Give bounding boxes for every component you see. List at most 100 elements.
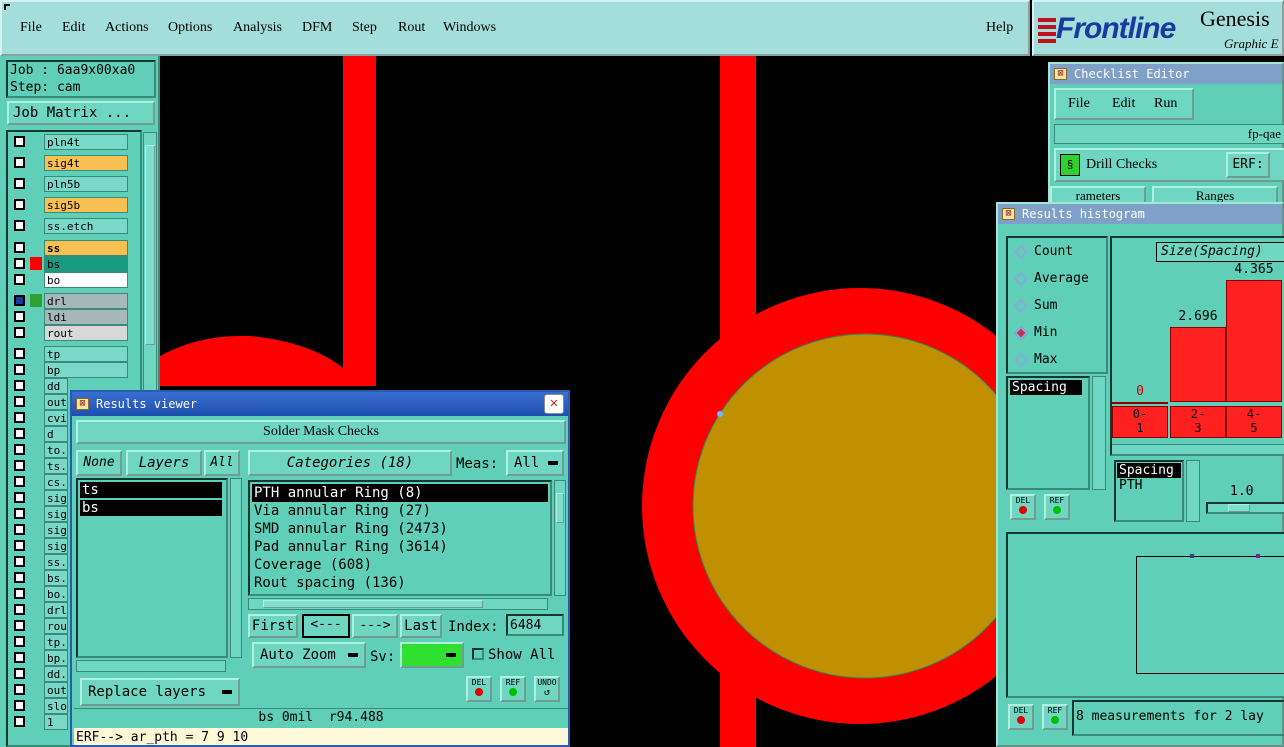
layer-item-bs[interactable]: bs <box>80 500 222 516</box>
layer-list-hscroll[interactable] <box>76 660 226 672</box>
none-button[interactable]: None <box>76 450 122 476</box>
value-slider[interactable] <box>1206 502 1284 514</box>
checklist-menu-run[interactable]: Run <box>1154 96 1177 112</box>
sv-color-dropdown[interactable] <box>400 642 464 668</box>
categories-button[interactable]: Categories (18) <box>248 450 452 476</box>
layer-name[interactable]: cs. <box>44 474 68 490</box>
layer-checkbox[interactable] <box>14 157 25 168</box>
histogram-ref-button[interactable]: REF <box>1044 494 1070 520</box>
layer-checkbox[interactable] <box>14 380 25 391</box>
list2-item-pth[interactable]: PTH <box>1117 478 1181 493</box>
layer-name[interactable]: sig <box>44 538 68 554</box>
layer-row[interactable]: bp <box>10 362 130 378</box>
layer-name[interactable]: ss.etch <box>44 218 128 234</box>
layer-row[interactable]: bs <box>10 256 130 272</box>
layer-name[interactable]: pln5b <box>44 176 128 192</box>
layer-checkbox[interactable] <box>14 311 25 322</box>
layers-button[interactable]: Layers <box>126 450 202 476</box>
layer-checkbox[interactable] <box>14 476 25 487</box>
radio-sum[interactable]: Sum <box>1013 298 1057 313</box>
menu-rout[interactable]: Rout <box>398 20 425 36</box>
layer-name[interactable]: sig5b <box>44 197 128 213</box>
layer-checkbox[interactable] <box>14 364 25 375</box>
layer-row[interactable]: ss <box>10 240 130 256</box>
layer-name[interactable]: ldi <box>44 309 128 325</box>
meas-dropdown[interactable]: All <box>506 450 564 476</box>
menu-actions[interactable]: Actions <box>105 20 149 36</box>
next-button[interactable]: ---> <box>352 614 398 638</box>
menu-options[interactable]: Options <box>168 20 212 36</box>
layer-name[interactable]: tp. <box>44 634 68 650</box>
layer-name[interactable]: dd <box>44 378 68 394</box>
category-list[interactable]: PTH annular Ring (8) Via annular Ring (27… <box>248 480 552 596</box>
scroll-thumb[interactable] <box>145 145 155 345</box>
menu-windows[interactable]: Windows <box>443 20 496 36</box>
layer-name[interactable]: 1 <box>44 714 68 730</box>
category-vscroll[interactable] <box>554 480 566 596</box>
layer-checkbox[interactable] <box>14 295 25 306</box>
menu-step[interactable]: Step <box>352 20 377 36</box>
show-all-checkbox[interactable] <box>472 648 484 660</box>
category-hscroll-thumb[interactable] <box>263 600 483 608</box>
layer-name[interactable]: dd. <box>44 666 68 682</box>
radio-min[interactable]: Min <box>1013 325 1057 340</box>
layer-name[interactable]: drl <box>44 293 128 309</box>
layer-name[interactable]: rou <box>44 618 68 634</box>
radio-count[interactable]: Count <box>1013 244 1073 259</box>
layer-checkbox[interactable] <box>14 524 25 535</box>
layer-checkbox[interactable] <box>14 428 25 439</box>
layer-checkbox[interactable] <box>14 572 25 583</box>
layer-checkbox[interactable] <box>14 604 25 615</box>
measure-list-scrollbar[interactable] <box>1092 376 1106 490</box>
layer-name[interactable]: d <box>44 426 68 442</box>
menu-edit[interactable]: Edit <box>62 20 85 36</box>
erf-button[interactable]: ERF: <box>1226 152 1270 178</box>
layer-name[interactable]: bp. <box>44 650 68 666</box>
layer-checkbox[interactable] <box>14 412 25 423</box>
layer-name[interactable]: pln4t <box>44 134 128 150</box>
layer-list[interactable]: ts bs <box>76 478 228 658</box>
prev-button[interactable]: <--- <box>302 614 350 638</box>
layer-checkbox[interactable] <box>14 668 25 679</box>
layer-checkbox[interactable] <box>14 652 25 663</box>
job-matrix-button[interactable]: Job Matrix ... <box>7 101 155 125</box>
layer-checkbox[interactable] <box>14 444 25 455</box>
layer-name[interactable]: slo <box>44 698 68 714</box>
layer-checkbox[interactable] <box>14 700 25 711</box>
layer-checkbox[interactable] <box>14 620 25 631</box>
layer-name[interactable]: bo. <box>44 586 68 602</box>
layer-name[interactable]: out <box>44 682 68 698</box>
menu-analysis[interactable]: Analysis <box>233 20 282 36</box>
category-scroll-thumb[interactable] <box>556 493 564 523</box>
category-item[interactable]: Pad annular Ring (3614) <box>252 538 548 556</box>
layer-checkbox[interactable] <box>14 716 25 727</box>
category-item[interactable]: Via annular Ring (27) <box>252 502 548 520</box>
slider-thumb[interactable] <box>1228 504 1250 512</box>
layer-name[interactable]: ss. <box>44 554 68 570</box>
layer-row[interactable]: sig5b <box>10 197 130 213</box>
category-item[interactable]: SMD annular Ring (2473) <box>252 520 548 538</box>
layer-checkbox[interactable] <box>14 556 25 567</box>
layer-checkbox[interactable] <box>14 508 25 519</box>
layer-checkbox[interactable] <box>14 636 25 647</box>
list2-scrollbar[interactable] <box>1186 460 1200 522</box>
ref-button[interactable]: REF <box>500 676 526 702</box>
layer-checkbox[interactable] <box>14 540 25 551</box>
layer-name[interactable]: bs. <box>44 570 68 586</box>
layer-name[interactable]: ts. <box>44 458 68 474</box>
footer-del-button[interactable]: DEL <box>1008 704 1034 730</box>
checklist-menu-file[interactable]: File <box>1068 96 1090 112</box>
layer-checkbox[interactable] <box>14 460 25 471</box>
layer-checkbox[interactable] <box>14 199 25 210</box>
layer-row[interactable]: ldi <box>10 309 130 325</box>
layer-row[interactable]: ss.etch <box>10 218 130 234</box>
layer-name[interactable]: bs <box>44 256 128 272</box>
category-item[interactable]: Coverage (608) <box>252 556 548 574</box>
index-input[interactable] <box>506 614 564 636</box>
layer-checkbox[interactable] <box>14 684 25 695</box>
layer-name[interactable]: sig4t <box>44 155 128 171</box>
layer-item-ts[interactable]: ts <box>80 482 222 498</box>
menu-dfm[interactable]: DFM <box>302 20 332 36</box>
layer-row[interactable]: sig4t <box>10 155 130 171</box>
layer-row[interactable]: bo <box>10 272 130 288</box>
